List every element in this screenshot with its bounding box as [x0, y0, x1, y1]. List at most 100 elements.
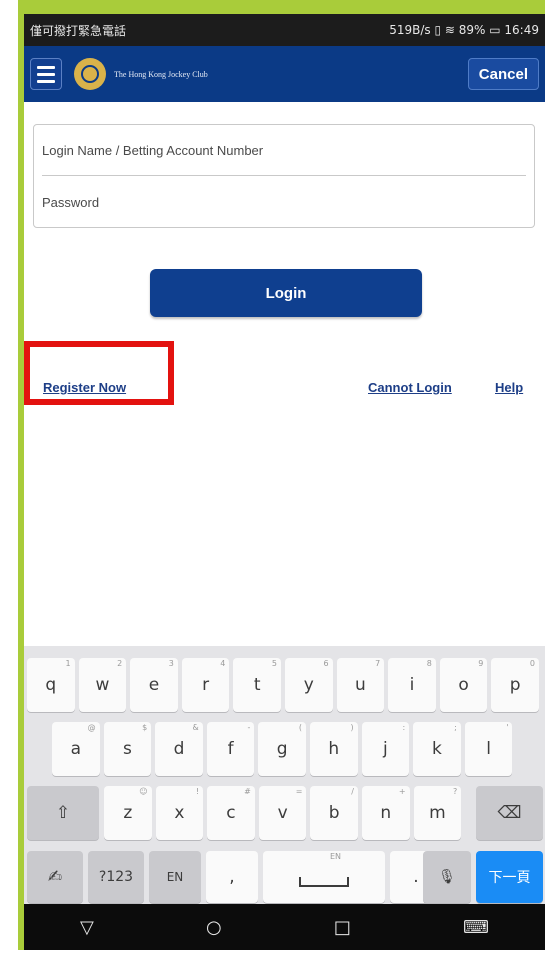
- key-a[interactable]: @ a: [52, 722, 100, 776]
- key-label: p: [509, 675, 521, 695]
- clock: 16:49: [504, 23, 539, 37]
- key-p[interactable]: 0p: [491, 658, 539, 712]
- status-right: 519B/s ▯ ≋ 89% ▭ 16:49: [389, 23, 539, 37]
- key-label: m: [429, 803, 446, 823]
- app-bar: The Hong Kong Jockey Club Cancel: [24, 46, 545, 102]
- key-hint: +: [398, 787, 406, 796]
- key-label: e: [148, 675, 160, 695]
- key-hint: 5: [271, 659, 277, 668]
- key-g[interactable]: (g: [258, 722, 306, 776]
- back-icon[interactable]: ▽: [80, 917, 94, 938]
- key-m[interactable]: ? m: [413, 786, 462, 840]
- key-u[interactable]: 7u: [336, 658, 385, 712]
- key-t[interactable]: 5t: [233, 658, 281, 712]
- key-f[interactable]: -f: [206, 722, 255, 776]
- key-hint: !: [195, 787, 200, 796]
- space-bar-icon: [299, 877, 349, 887]
- key-label: c: [226, 803, 236, 823]
- next-page-key[interactable]: 下一頁: [476, 851, 543, 903]
- cancel-button[interactable]: Cancel: [467, 58, 539, 90]
- key-label: n: [380, 803, 392, 823]
- register-now-link[interactable]: Register Now: [43, 380, 126, 395]
- recents-icon[interactable]: □: [334, 917, 351, 938]
- hamburger-menu-icon[interactable]: [30, 58, 62, 90]
- language-key[interactable]: EN: [149, 851, 201, 903]
- key-hint: 7: [375, 659, 381, 668]
- keyboard-switch-icon[interactable]: ⌨: [463, 917, 489, 938]
- key-e[interactable]: 3e: [130, 658, 178, 712]
- help-link[interactable]: Help: [495, 380, 523, 395]
- key-d[interactable]: & d: [155, 722, 203, 776]
- space-key[interactable]: EN: [263, 851, 385, 903]
- key-hint: 1: [65, 659, 71, 668]
- key-label: r: [202, 675, 210, 695]
- key-hint: 6: [323, 659, 329, 668]
- key-label: v: [277, 803, 288, 823]
- key-label: k: [432, 739, 442, 759]
- login-button[interactable]: Login: [150, 269, 422, 317]
- key-s[interactable]: $ s: [103, 722, 152, 776]
- key-hint: 8: [426, 659, 432, 668]
- battery-percent: 89%: [458, 23, 486, 37]
- key-l[interactable]: ' l: [464, 722, 513, 776]
- key-c[interactable]: # c: [207, 786, 255, 840]
- key-label: j: [383, 739, 388, 759]
- home-icon[interactable]: ○: [206, 917, 222, 938]
- key-hint: :: [402, 723, 406, 732]
- username-placeholder: Login Name / Betting Account Number: [42, 142, 264, 158]
- key-hint: ;: [454, 723, 457, 732]
- login-form: Login Name / Betting Account Number Pass…: [33, 124, 535, 228]
- key-label: l: [486, 739, 491, 759]
- key-label: g: [276, 739, 288, 759]
- key-j[interactable]: :j: [361, 722, 410, 776]
- key-q[interactable]: 1q: [27, 658, 75, 712]
- status-left-text: 僅可撥打緊急電話: [30, 23, 127, 38]
- key-label: w: [95, 675, 110, 695]
- phone-screen: 僅可撥打緊急電話 519B/s ▯ ≋ 89% ▭ 16:49 The Hong…: [24, 14, 545, 950]
- battery-icon: ▭: [489, 23, 505, 37]
- key-label: z: [123, 803, 133, 823]
- key-v[interactable]: = v: [258, 786, 307, 840]
- key-hint: @: [87, 723, 96, 732]
- key-label: o: [458, 675, 469, 695]
- key-label: d: [173, 739, 185, 759]
- key-h[interactable]: ) h: [310, 722, 358, 776]
- key-hint: -: [247, 723, 251, 732]
- password-placeholder: Password: [42, 194, 100, 210]
- key-hint: $: [142, 723, 148, 732]
- key-hint: ): [350, 723, 354, 732]
- symbols-key[interactable]: ?123: [88, 851, 144, 903]
- key-x[interactable]: ! x: [155, 786, 204, 840]
- key-hint: 2: [117, 659, 123, 668]
- status-bar: 僅可撥打緊急電話 519B/s ▯ ≋ 89% ▭ 16:49: [24, 14, 545, 46]
- key-b[interactable]: / b: [310, 786, 358, 840]
- soft-keyboard: 1q2w3e4r5t6y7u8i9o0p @ a $ s & d - f(g) h: j; k ' l …: [24, 646, 545, 904]
- key-hint: (: [298, 723, 302, 732]
- cannot-login-link[interactable]: Cannot Login: [368, 380, 452, 395]
- key-hint: =: [295, 787, 303, 796]
- logo-text: The Hong Kong Jockey Club: [114, 69, 208, 79]
- shift-key[interactable]: ⇧: [27, 786, 99, 840]
- key-r[interactable]: 4r: [181, 658, 230, 712]
- backspace-key[interactable]: ⌫: [476, 786, 543, 840]
- key-i[interactable]: 8i: [388, 658, 436, 712]
- handwriting-key[interactable]: ✍: [27, 851, 83, 903]
- key-hint: ☺: [139, 787, 148, 796]
- mic-icon[interactable]: 🎙: [423, 851, 471, 903]
- vibrate-icon: ▯ ≋: [434, 23, 459, 37]
- key-o[interactable]: 9o: [439, 658, 488, 712]
- key-label: q: [45, 675, 57, 695]
- key-hint: 4: [220, 659, 226, 668]
- space-hint: EN: [329, 852, 341, 861]
- key-k[interactable]: ; k: [413, 722, 461, 776]
- key-label: s: [122, 739, 132, 759]
- network-speed: 519B/s: [389, 23, 431, 37]
- key-n[interactable]: + n: [362, 786, 410, 840]
- key-z[interactable]: ☺ z: [104, 786, 152, 840]
- username-input[interactable]: Login Name / Betting Account Number: [42, 125, 526, 176]
- key-hint: &: [192, 723, 199, 732]
- key-w[interactable]: 2w: [78, 658, 127, 712]
- key-y[interactable]: 6y: [285, 658, 333, 712]
- password-input[interactable]: Password: [42, 177, 526, 227]
- comma-key[interactable]: ,: [206, 851, 258, 903]
